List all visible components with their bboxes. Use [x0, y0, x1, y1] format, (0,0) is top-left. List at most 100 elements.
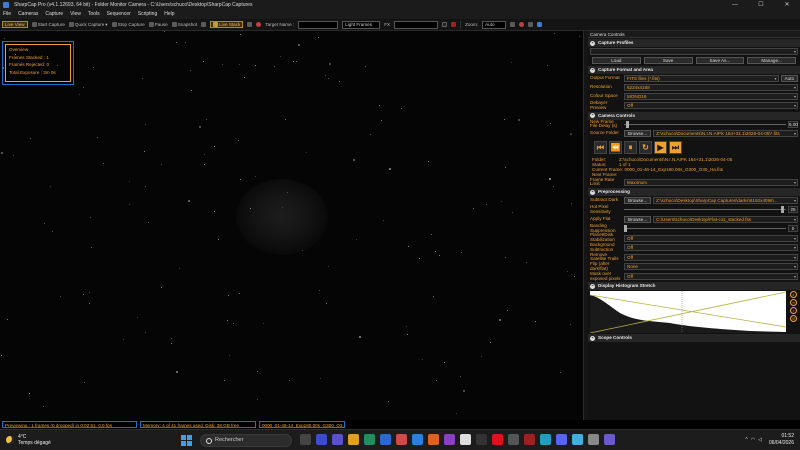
zoom-settings-button[interactable]: [528, 22, 534, 27]
chevron-up-icon[interactable]: ^: [745, 437, 747, 443]
capture-profiles-header[interactable]: ⌃ Capture Profiles: [588, 39, 800, 47]
live-view-button[interactable]: Live View: [2, 21, 28, 28]
previous-frame-button[interactable]: ⏪: [609, 141, 622, 155]
auto-button[interactable]: Auto: [780, 75, 798, 82]
hot-pixel-value[interactable]: 25: [788, 206, 798, 214]
edge-icon[interactable]: [364, 434, 375, 445]
app-icon[interactable]: [524, 434, 535, 445]
colour-space-select[interactable]: MONO16: [624, 93, 798, 100]
target-name-input[interactable]: [298, 20, 339, 29]
color-swatch-button[interactable]: [442, 22, 448, 27]
save-as-button[interactable]: Save As...: [695, 57, 745, 64]
banding-slider[interactable]: [624, 225, 786, 233]
slider-thumb[interactable]: [781, 206, 784, 214]
new-frame-delay-slider[interactable]: [624, 120, 786, 128]
histogram-header[interactable]: ⌃ Display Histogram Stretch: [588, 282, 800, 291]
app-icon[interactable]: [396, 434, 407, 445]
live-stack-button[interactable]: Live Stack: [210, 21, 244, 28]
first-frame-button[interactable]: ⏮: [594, 141, 607, 155]
contrast-icon[interactable]: ◐: [790, 291, 797, 299]
reset-icon[interactable]: ↺: [790, 315, 797, 323]
pause-button[interactable]: Pause: [148, 22, 168, 27]
discord-icon[interactable]: [556, 434, 567, 445]
slider-thumb[interactable]: [624, 225, 627, 233]
snapshot-button[interactable]: Snapshot: [171, 22, 197, 27]
target-button[interactable]: [256, 22, 262, 27]
new-frame-delay-value[interactable]: 5.00: [788, 120, 798, 128]
close-button[interactable]: ✕: [774, 0, 800, 10]
app-icon[interactable]: [412, 434, 423, 445]
red-light-button[interactable]: [451, 22, 457, 27]
preprocessing-header[interactable]: ⌃ Preprocessing: [588, 188, 800, 197]
fx-select[interactable]: [394, 20, 439, 29]
play-button[interactable]: ▶: [654, 141, 667, 155]
apply-flat-browse-button[interactable]: Browse...: [624, 215, 652, 223]
source-folder-browse-button[interactable]: Browse...: [624, 130, 652, 138]
subtract-dark-browse-button[interactable]: Browse...: [624, 197, 652, 205]
task-view-icon[interactable]: [300, 434, 311, 445]
start-capture-button[interactable]: Start Capture: [31, 22, 65, 27]
profile-select[interactable]: [590, 48, 798, 55]
weather-widget[interactable]: 4°C Temps dégagé: [6, 434, 51, 446]
menu-tools[interactable]: Tools: [88, 10, 100, 19]
background-select[interactable]: Off: [624, 244, 798, 252]
app-icon[interactable]: [572, 434, 583, 445]
hot-pixel-slider[interactable]: [624, 206, 786, 214]
output-format-select[interactable]: FITS files (*.fits): [624, 75, 779, 82]
app-icon[interactable]: [540, 434, 551, 445]
app-icon[interactable]: [604, 434, 615, 445]
manage-button[interactable]: Manage...: [747, 57, 796, 64]
teams-icon[interactable]: [332, 434, 343, 445]
menu-cameras[interactable]: Cameras: [18, 10, 38, 19]
planet-disk-select[interactable]: Off: [624, 234, 798, 242]
scope-controls-header[interactable]: ⌃ Scope Controls: [588, 334, 800, 343]
debayer-select[interactable]: Off: [624, 102, 798, 110]
app-icon[interactable]: [444, 434, 455, 445]
apply-flat-select[interactable]: C:\Users\schuco\Desktop\Flat-c11_stacked…: [653, 215, 798, 223]
menu-view[interactable]: View: [70, 10, 81, 19]
wifi-icon[interactable]: ◠: [751, 437, 755, 443]
taskbar-search[interactable]: Rechercher: [200, 434, 292, 447]
speaker-icon[interactable]: ◁: [758, 437, 762, 443]
tools-button[interactable]: [201, 22, 207, 27]
last-frame-button[interactable]: ⏭: [669, 141, 682, 155]
lightning-icon[interactable]: ϟ: [790, 299, 797, 307]
quick-capture-button[interactable]: Quick Capture ▾: [68, 22, 108, 28]
histogram-button[interactable]: [247, 22, 253, 27]
app-icon[interactable]: [476, 434, 487, 445]
pause-playback-button[interactable]: ⏸: [624, 141, 637, 155]
menu-file[interactable]: File: [3, 10, 11, 19]
clock[interactable]: 01:52 06/04/2026: [769, 433, 794, 447]
load-button[interactable]: Load: [592, 57, 641, 64]
loop-button[interactable]: ↻: [639, 141, 652, 155]
frame-type-select[interactable]: Light Frames: [342, 20, 381, 29]
netflix-icon[interactable]: [492, 434, 503, 445]
maximize-button[interactable]: ☐: [748, 0, 774, 10]
menu-scripting[interactable]: Scripting: [138, 10, 157, 19]
camera-controls-header[interactable]: ⌃ Camera Controls: [588, 111, 800, 120]
source-folder-select[interactable]: Z:\schuco\Documents\N.I.N.AIPK 164+31.1\…: [653, 130, 798, 138]
file-explorer-icon[interactable]: [348, 434, 359, 445]
capture-format-header[interactable]: ⌃ Capture Format and Area: [588, 66, 800, 74]
histogram-display[interactable]: ◐ ϟ ! ↺: [590, 291, 798, 334]
mask-select[interactable]: Off: [624, 273, 798, 281]
save-button[interactable]: Save: [643, 57, 693, 64]
crosshair-button[interactable]: [537, 22, 543, 27]
zoom-in-button[interactable]: [519, 22, 525, 27]
store-icon[interactable]: [380, 434, 391, 445]
menu-sequencer[interactable]: Sequencer: [107, 10, 131, 19]
satellite-select[interactable]: Off: [624, 253, 798, 261]
photoshop-icon[interactable]: [316, 434, 327, 445]
zoom-select[interactable]: Auto: [482, 20, 507, 29]
flip-select[interactable]: None: [624, 263, 798, 271]
menu-capture[interactable]: Capture: [45, 10, 63, 19]
banding-value[interactable]: 0: [788, 225, 798, 233]
warning-icon[interactable]: !: [790, 307, 797, 315]
app-icon[interactable]: [460, 434, 471, 445]
firefox-icon[interactable]: [428, 434, 439, 445]
start-button[interactable]: [181, 435, 192, 446]
stop-capture-button[interactable]: Stop Capture: [111, 22, 145, 27]
slider-thumb[interactable]: [626, 120, 629, 128]
app-icon[interactable]: [508, 434, 519, 445]
image-viewport[interactable]: Overview Frames Stacked : 1 Frames Rejec…: [0, 31, 583, 420]
